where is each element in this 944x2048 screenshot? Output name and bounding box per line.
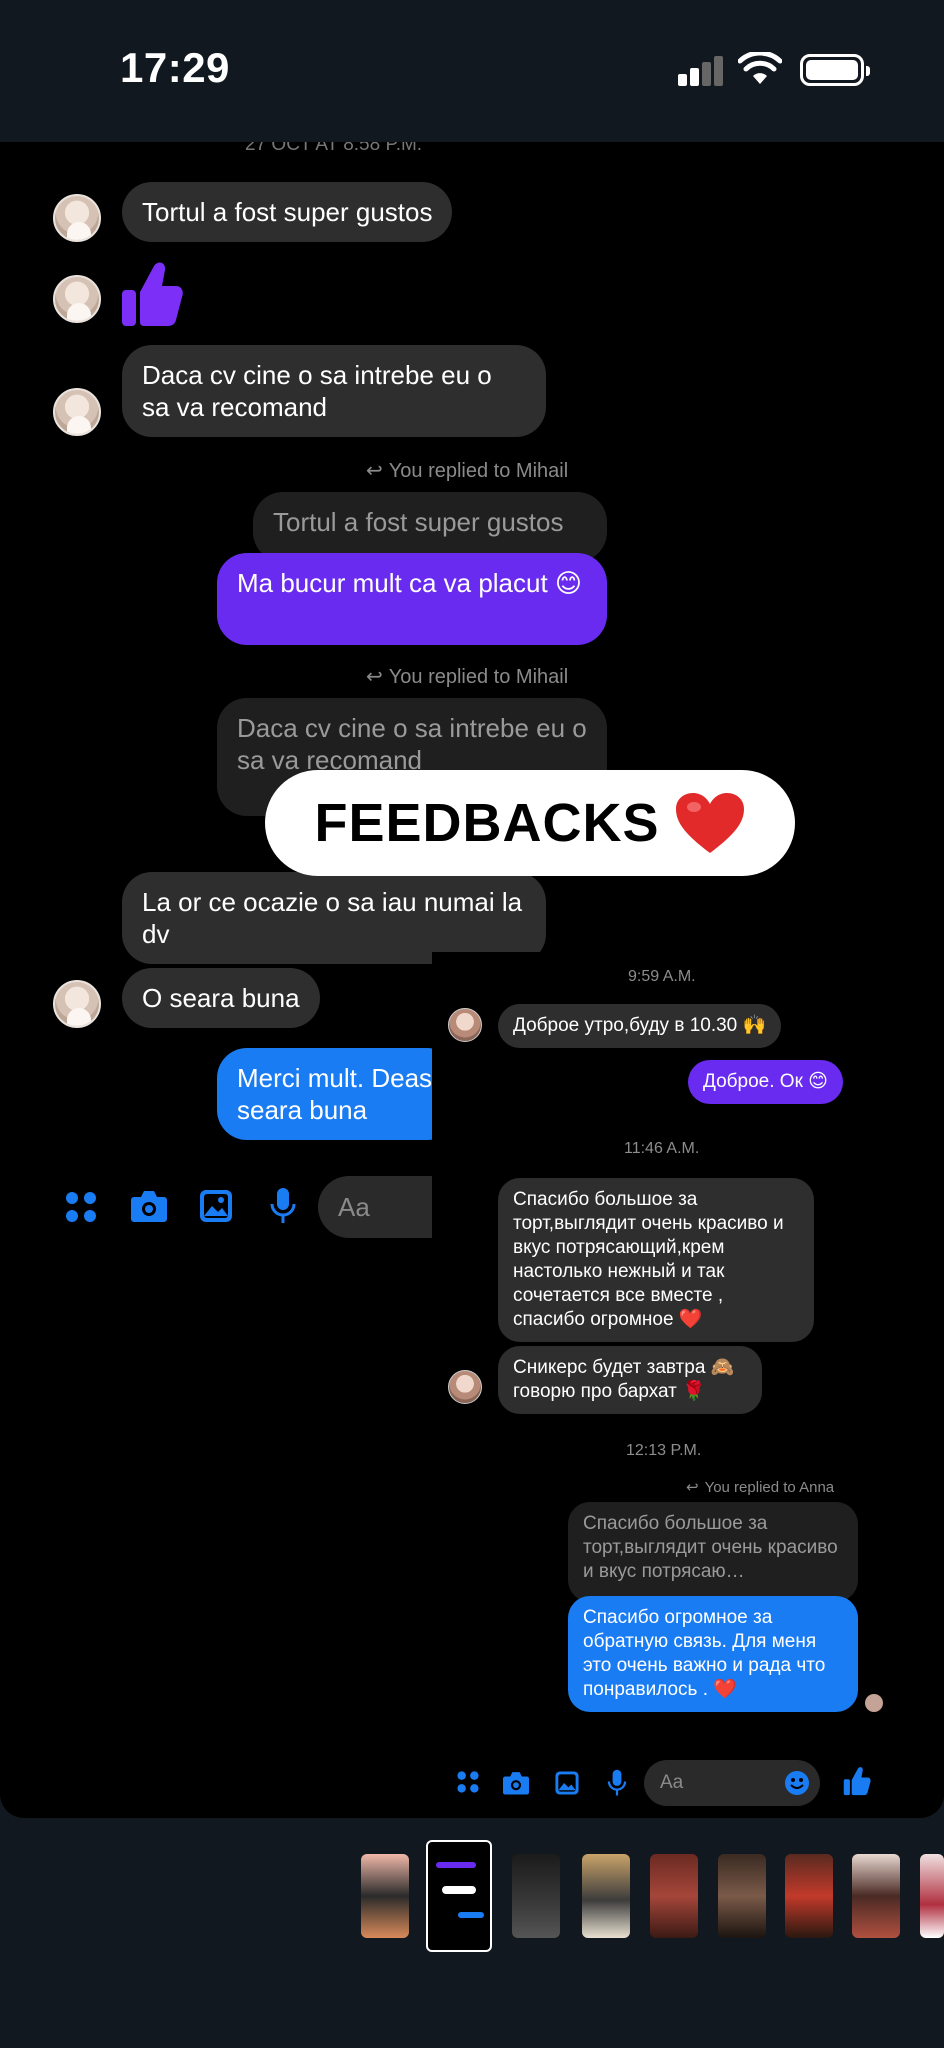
status-bar: 17:29 (0, 0, 944, 140)
contact-avatar (448, 1008, 482, 1042)
timestamp: 11:46 A.M. (624, 1140, 700, 1157)
read-receipt-avatar (865, 1694, 883, 1712)
incoming-message: Доброе утро,буду в 10.30 🙌 (498, 1004, 782, 1048)
message-input[interactable]: Aa (644, 1760, 820, 1806)
incoming-message: La or ce ocazie o sa iau numai la dv (122, 872, 546, 964)
apps-icon[interactable] (456, 1770, 480, 1794)
story-thumbnail[interactable] (785, 1854, 833, 1938)
camera-icon[interactable] (130, 1188, 168, 1224)
heart-icon (675, 793, 744, 853)
battery-icon (800, 54, 870, 86)
story-thumbnail[interactable] (361, 1854, 409, 1938)
camera-icon[interactable] (502, 1770, 530, 1796)
microphone-icon[interactable] (268, 1186, 298, 1226)
wifi-icon (738, 52, 782, 84)
outgoing-message: Спасибо огромное за обратную связь. Для … (568, 1596, 858, 1712)
incoming-message: O seara buna (122, 968, 320, 1028)
timestamp: 9:59 A.M. (628, 968, 696, 985)
story-thumbnail[interactable] (582, 1854, 630, 1938)
story-thumbnail[interactable] (852, 1854, 900, 1938)
reply-indicator: ↩ You replied to Mihail (366, 460, 569, 482)
date-header: 27 OCT AT 8:58 P.M. (245, 142, 423, 155)
timestamp: 12:13 P.M. (626, 1442, 702, 1459)
reply-arrow-icon: ↩ (686, 1479, 699, 1496)
microphone-icon[interactable] (606, 1768, 628, 1798)
story-thumbnail[interactable] (718, 1854, 766, 1938)
story-thumbnail[interactable] (512, 1854, 560, 1938)
outgoing-message: Merci mult. Deas seara buna (217, 1048, 457, 1140)
cellular-signal-icon (678, 56, 724, 86)
story-thumbnail-selected[interactable] (426, 1840, 492, 1952)
incoming-message: Tortul a fost super gustos (122, 182, 453, 242)
like-icon[interactable] (842, 1766, 872, 1796)
quoted-message: Tortul a fost super gustos (253, 492, 607, 562)
feedbacks-banner: FEEDBACKS (265, 770, 795, 876)
emoji-icon[interactable] (784, 1770, 810, 1796)
reply-indicator: ↩ You replied to Anna (686, 1479, 835, 1496)
gallery-icon[interactable] (198, 1188, 234, 1224)
contact-avatar (53, 194, 101, 242)
incoming-message: Сникерс будет завтра 🙈 говорю про бархат… (498, 1346, 762, 1414)
contact-avatar (448, 1370, 482, 1404)
story-thumbnails (0, 1840, 944, 1960)
status-time: 17:29 (120, 44, 230, 91)
story-thumbnail[interactable] (920, 1854, 944, 1938)
contact-avatar (53, 388, 101, 436)
quoted-message: Спасибо большое за торт,выглядит очень к… (568, 1502, 858, 1602)
message-input[interactable]: Aa (318, 1176, 438, 1238)
reply-arrow-icon: ↩ (366, 460, 383, 482)
outgoing-message: Доброе. Ок 😊 (688, 1060, 843, 1104)
incoming-message: Спасибо большое за торт,выглядит очень к… (498, 1178, 814, 1342)
incoming-message: Daca cv cine o sa intrebe eu o sa va rec… (122, 345, 546, 437)
reply-indicator: ↩ You replied to Mihail (366, 666, 569, 688)
outgoing-message: Ma bucur mult ca va placut 😊 (217, 553, 607, 645)
contact-avatar (53, 980, 101, 1028)
story-thumbnail[interactable] (650, 1854, 698, 1938)
story-card[interactable]: 27 OCT AT 8:58 P.M. Tortul a fost super … (0, 142, 944, 1818)
apps-icon[interactable] (64, 1190, 98, 1224)
banner-text: FEEDBACKS (314, 793, 660, 853)
thumbs-up-icon (122, 262, 183, 326)
overlay-screenshot: 9:59 A.M. Доброе утро,буду в 10.30 🙌 Доб… (432, 952, 944, 1818)
contact-avatar (53, 275, 101, 323)
gallery-icon[interactable] (554, 1770, 580, 1796)
reply-arrow-icon: ↩ (366, 666, 383, 688)
